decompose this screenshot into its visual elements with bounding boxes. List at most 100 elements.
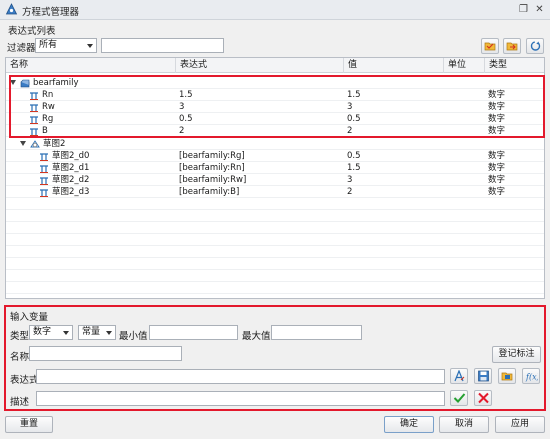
svg-text:f(x): f(x) [525, 373, 538, 382]
row-type: 数字 [488, 187, 506, 197]
insert-reference-button[interactable] [498, 368, 516, 384]
name-input[interactable] [29, 346, 182, 361]
row-name: 草图2_d0 [52, 151, 90, 161]
empty-row [6, 222, 544, 234]
row-value: 3 [347, 175, 353, 185]
empty-row [6, 210, 544, 222]
empty-row [6, 258, 544, 270]
part-icon [20, 79, 30, 88]
name-label: 名称 [10, 352, 30, 363]
table-row[interactable]: Rg 0.5 0.5 数字 [6, 113, 544, 125]
kind-select[interactable]: 常量 [78, 325, 116, 340]
tree-group-row[interactable]: 草图2 [6, 138, 544, 150]
export-file-button[interactable] [503, 38, 521, 54]
variable-pi-icon [30, 128, 38, 136]
row-type: 数字 [488, 114, 506, 124]
cancel-button[interactable]: 取消 [439, 416, 489, 433]
type-select-value: 数字 [33, 327, 52, 337]
type-select[interactable]: 数字 [29, 325, 73, 340]
filter-select[interactable]: 所有 [35, 38, 97, 53]
row-expression: [bearfamily:Rg] [179, 151, 245, 161]
table-row[interactable]: Rw 3 3 数字 [6, 101, 544, 113]
row-expression: [bearfamily:Rw] [179, 175, 247, 185]
table-row[interactable]: 草图2_d3 [bearfamily:B] 2 数字 [6, 186, 544, 198]
confirm-button[interactable] [450, 390, 468, 406]
function-fx-icon: f(x) [525, 373, 538, 382]
tree-group-name: 草图2 [43, 139, 66, 149]
row-name: Rw [42, 102, 55, 112]
row-name: Rg [42, 114, 54, 124]
min-value-input[interactable] [149, 325, 238, 340]
row-name: 草图2_d2 [52, 175, 90, 185]
row-expression: 3 [179, 102, 185, 112]
kind-select-value: 常量 [82, 327, 101, 337]
empty-row [6, 234, 544, 246]
filter-search-input[interactable] [101, 38, 224, 53]
checkmark-icon [453, 393, 466, 403]
reset-button[interactable]: 重置 [5, 416, 53, 433]
restore-button[interactable]: ❐ [517, 3, 530, 16]
row-value: 2 [347, 126, 353, 136]
empty-row [6, 246, 544, 258]
input-variable-group-label: 输入变量 [10, 312, 49, 323]
variable-pi-icon [40, 189, 48, 197]
apply-button[interactable]: 应用 [495, 416, 545, 433]
close-button[interactable]: ✕ [533, 3, 546, 16]
max-value-input[interactable] [271, 325, 362, 340]
table-row[interactable]: B 2 2 数字 [6, 125, 544, 137]
equation-manager-icon [5, 3, 18, 15]
row-name: 草图2_d3 [52, 187, 90, 197]
tree-group-name: bearfamily [33, 78, 79, 88]
description-input[interactable] [36, 391, 445, 406]
row-type: 数字 [488, 175, 506, 185]
tree-group-row[interactable]: bearfamily [6, 77, 544, 89]
variable-pi-icon [30, 92, 38, 100]
register-annotation-button[interactable]: 登记标注 [492, 346, 541, 363]
expression-input[interactable] [36, 369, 445, 384]
save-icon [478, 370, 489, 382]
row-value: 0.5 [347, 114, 361, 124]
discard-button[interactable] [474, 390, 492, 406]
row-expression: [bearfamily:Rn] [179, 163, 245, 173]
save-expression-button[interactable] [474, 368, 492, 384]
column-header-expression[interactable]: 表达式 [176, 58, 344, 73]
sketch-icon [30, 140, 40, 148]
variable-pi-icon [40, 165, 48, 173]
column-header-name[interactable]: 名称 [6, 58, 176, 73]
row-type: 数字 [488, 163, 506, 173]
table-row[interactable]: 草图2_d0 [bearfamily:Rg] 0.5 数字 [6, 150, 544, 162]
row-value: 1.5 [347, 90, 361, 100]
column-header-value[interactable]: 值 [344, 58, 444, 73]
row-expression: 0.5 [179, 114, 193, 124]
row-value: 1.5 [347, 163, 361, 173]
empty-row [6, 198, 544, 210]
min-label: 最小值 [119, 331, 148, 342]
row-value: 0.5 [347, 151, 361, 161]
table-row[interactable]: 草图2_d2 [bearfamily:Rw] 3 数字 [6, 174, 544, 186]
title-bar: 方程式管理器 ❐ ✕ [0, 0, 550, 20]
window-title: 方程式管理器 [22, 7, 80, 18]
expression-label: 表达式 [10, 375, 39, 386]
row-name: 草图2_d1 [52, 163, 90, 173]
row-expression: [bearfamily:B] [179, 187, 240, 197]
row-value: 3 [347, 102, 353, 112]
folder-open-icon [484, 42, 496, 51]
type-label: 类型 [10, 331, 30, 342]
open-file-button[interactable] [481, 38, 499, 54]
function-button[interactable]: f(x) [522, 368, 540, 384]
font-format-button[interactable] [450, 368, 468, 384]
table-row[interactable]: 草图2_d1 [bearfamily:Rn] 1.5 数字 [6, 162, 544, 174]
ok-button[interactable]: 确定 [384, 416, 434, 433]
row-type: 数字 [488, 151, 506, 161]
close-x-icon [478, 392, 489, 404]
column-header-type[interactable]: 类型 [485, 58, 544, 73]
empty-row [6, 282, 544, 294]
expand-arrow-icon[interactable] [10, 80, 16, 85]
row-expression: 1.5 [179, 90, 193, 100]
refresh-icon [530, 41, 541, 51]
column-header-unit[interactable]: 单位 [444, 58, 485, 73]
table-row[interactable]: Rn 1.5 1.5 数字 [6, 89, 544, 101]
table-header: 名称 表达式 值 单位 类型 [6, 58, 544, 73]
refresh-button[interactable] [526, 38, 544, 54]
expand-arrow-icon[interactable] [20, 141, 26, 146]
